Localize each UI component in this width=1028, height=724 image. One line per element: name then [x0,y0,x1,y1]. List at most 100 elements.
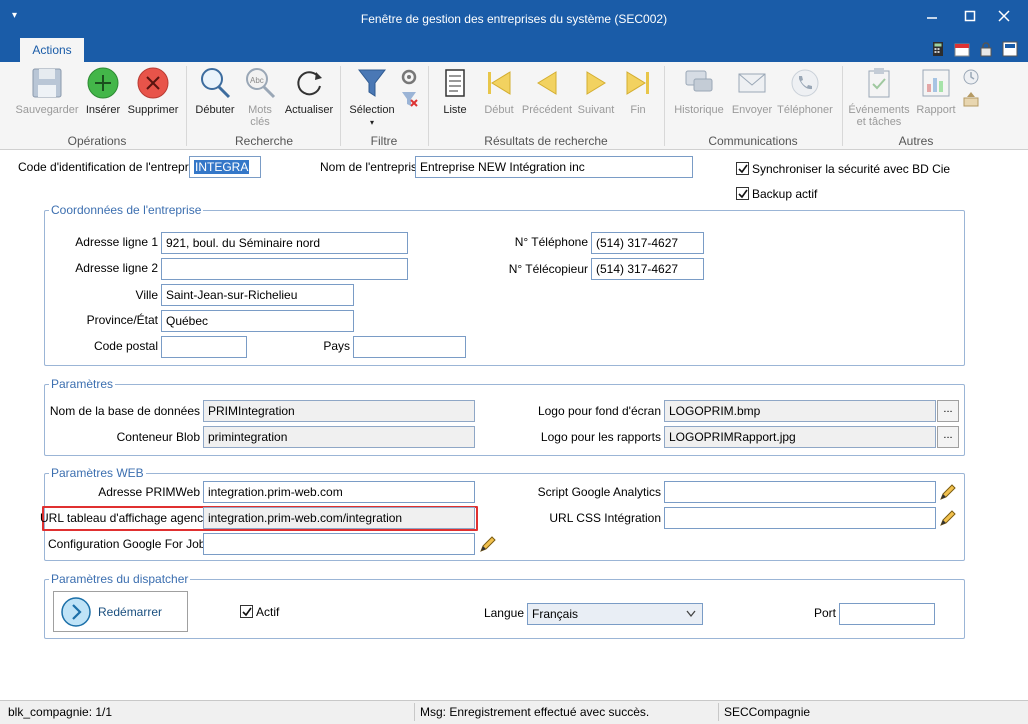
google-jobs-label: Configuration Google For Jobs [48,537,212,551]
nom-field[interactable]: Entreprise NEW Intégration inc [415,156,693,178]
css-field[interactable] [664,507,936,529]
group-separator [186,66,187,146]
telecopieur-label: N° Télécopieur [508,262,588,276]
langue-value: Français [532,607,579,621]
telephoner-button[interactable]: Téléphoner [774,66,836,130]
code-label: Code d'identification de l'entreprise [18,160,205,174]
code-postal-label: Code postal [93,339,158,353]
logo-fond-browse-button[interactable]: ... [937,400,959,422]
clear-filter-icon[interactable] [400,90,418,108]
supprimer-button[interactable]: Supprimer [124,66,182,130]
fin-button[interactable]: Fin [620,66,656,130]
telephone-field[interactable]: (514) 317-4627 [591,232,704,254]
adresse2-field[interactable] [161,258,408,280]
precedent-button[interactable]: Précédent [520,66,574,130]
schedule-icon[interactable] [962,68,980,86]
actualiser-button[interactable]: Actualiser [280,66,338,130]
selection-button[interactable]: Sélection ▾ [344,66,400,130]
blob-field[interactable]: primintegration [203,426,475,448]
pays-field[interactable] [353,336,466,358]
delete-circle-icon [137,67,169,99]
langue-label: Langue [483,606,524,620]
debut-label: Début [484,104,514,116]
window-title: Fenêtre de gestion des entreprises du sy… [360,12,668,26]
envoyer-label: Envoyer [731,104,773,116]
filter-settings-icon[interactable] [400,68,418,86]
inserer-button[interactable]: Insérer [82,66,124,130]
group-filtre: Filtre [370,134,398,148]
sync-checkbox[interactable] [736,162,749,175]
analytics-field[interactable] [664,481,936,503]
debuter-label: Débuter [195,104,235,116]
previous-record-icon [537,71,557,95]
close-button[interactable] [990,6,1018,30]
edit-analytics-pencil-icon[interactable] [937,481,957,503]
langue-select[interactable]: Français [527,603,703,625]
dispatcher-legend: Paramètres du dispatcher [49,572,191,586]
css-label: URL CSS Intégration [549,511,661,525]
debuter-button[interactable]: Débuter [190,66,240,130]
rapport-button[interactable]: Rapport [912,66,960,130]
web-legend: Paramètres WEB [49,466,146,480]
province-field[interactable]: Québec [161,310,354,332]
minimize-button[interactable] [918,6,946,30]
calendar-icon[interactable] [954,41,970,57]
debut-button[interactable]: Début [478,66,520,130]
envelope-icon [738,73,766,93]
edit-google-jobs-pencil-icon[interactable] [477,533,497,555]
adresse-primweb-field[interactable]: integration.prim-web.com [203,481,475,503]
edit-css-pencil-icon[interactable] [937,507,957,529]
suivant-button[interactable]: Suivant [574,66,618,130]
magnifier-icon [201,68,231,99]
ville-field[interactable]: Saint-Jean-sur-Richelieu [161,284,354,306]
port-field[interactable] [839,603,935,625]
status-table: SECCompagnie [724,705,811,719]
bd-field[interactable]: PRIMIntegration [203,400,475,422]
telephone-label: N° Téléphone [514,235,588,249]
calculator-icon[interactable] [930,41,946,57]
export-icon[interactable] [962,90,980,108]
google-jobs-field[interactable] [203,533,475,555]
historique-label: Historique [674,104,724,116]
nom-label: Nom de l'entreprise [320,160,424,174]
group-communications: Communications [708,134,798,148]
actif-checkbox[interactable] [240,605,253,618]
backup-checkbox[interactable] [736,187,749,200]
logo-rapports-field[interactable]: LOGOPRIMRapport.jpg [664,426,936,448]
group-autres: Autres [898,134,934,148]
maximize-button[interactable] [956,6,984,30]
code-postal-field[interactable] [161,336,247,358]
mots-cles-button[interactable]: Abc Mots clés [240,66,280,130]
collapse-ribbon-icon[interactable] [1002,41,1018,57]
evenements-button[interactable]: Événements et tâches [846,66,912,130]
adresse1-field[interactable]: 921, boul. du Séminaire nord [161,232,408,254]
refresh-icon [297,71,322,96]
adresse1-label: Adresse ligne 1 [75,235,158,249]
logo-rapports-browse-button[interactable]: ... [937,426,959,448]
lock-icon[interactable] [978,41,994,57]
telephoner-label: Téléphoner [777,104,833,116]
tab-actions[interactable]: Actions [20,38,84,62]
ribbon: Sauvegarder Insérer Supprimer Opérations… [0,62,1028,150]
logo-fond-label: Logo pour fond d'écran [537,404,661,418]
supprimer-label: Supprimer [127,104,179,116]
status-bar: blk_compagnie: 1/1 Msg: Enregistrement e… [0,700,1028,724]
sauvegarder-button[interactable]: Sauvegarder [12,66,82,130]
logo-fond-field[interactable]: LOGOPRIM.bmp [664,400,936,422]
liste-button[interactable]: Liste [434,66,476,130]
historique-button[interactable]: Historique [668,66,730,130]
redemarrer-button[interactable]: Redémarrer [53,591,188,632]
telecopieur-field[interactable]: (514) 317-4627 [591,258,704,280]
liste-label: Liste [443,104,467,116]
envoyer-button[interactable]: Envoyer [730,66,774,130]
checkmark-icon [738,189,748,199]
url-tableau-field[interactable]: integration.prim-web.com/integration [203,507,475,529]
inserer-label: Insérer [85,104,121,116]
code-field[interactable]: INTEGRA [189,156,261,178]
province-label: Province/État [86,313,158,327]
precedent-label: Précédent [521,104,573,116]
analytics-label: Script Google Analytics [537,485,661,499]
group-separator [340,66,341,146]
next-record-icon [586,71,606,95]
group-resultats: Résultats de recherche [484,134,608,148]
